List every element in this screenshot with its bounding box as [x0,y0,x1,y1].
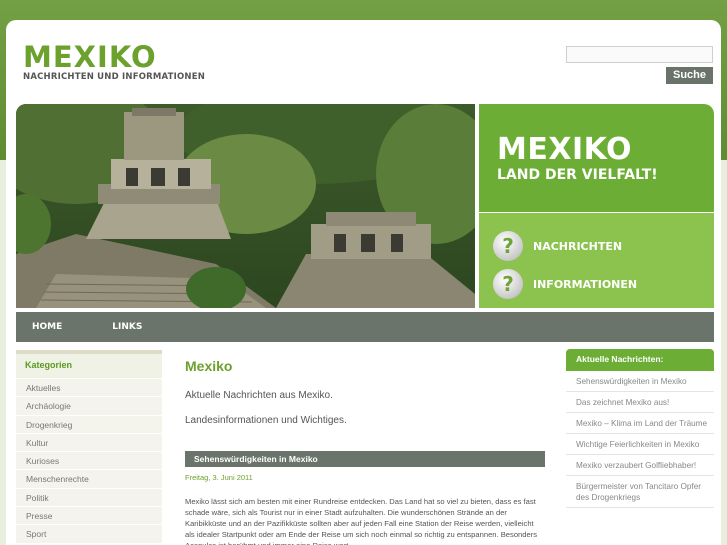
intro-text-2: Landesinformationen und Wichtiges. [185,415,347,426]
page-title: Mexiko [185,358,233,374]
sidebar-item-drogenkrieg[interactable]: Drogenkrieg [16,414,162,433]
article-body: Mexiko lässt sich am besten mit einer Ru… [185,497,538,545]
sidebar-item-menschenrechte[interactable]: Menschenrechte [16,469,162,488]
question-mark-icon: ? [493,269,523,299]
sidebar-item-presse[interactable]: Presse [16,506,162,525]
hero-link-nachrichten[interactable]: ? NACHRICHTEN [479,227,714,265]
search-button[interactable]: Suche [666,67,713,84]
main-navigation: HOME LINKS [16,312,714,342]
hero-links: ? NACHRICHTEN ? INFORMATIONEN [479,212,714,308]
hero-link-label: NACHRICHTEN [533,239,623,253]
hero-link-label: INFORMATIONEN [533,277,638,291]
hero-banner-header: MEXIKO LAND DER VIELFALT! [479,104,714,212]
page-container: MEXIKO NACHRICHTEN UND INFORMATIONEN Suc… [6,20,721,545]
intro-text: Aktuelle Nachrichten aus Mexiko. [185,390,333,401]
logo-title: MEXIKO [23,40,157,74]
nav-item-home[interactable]: HOME [32,322,62,332]
question-mark-icon: ? [493,231,523,261]
sidebar-item-aktuelles[interactable]: Aktuelles [16,378,162,397]
sidebar-item-kurioses[interactable]: Kurioses [16,451,162,470]
news-item[interactable]: Mexiko – Klima im Land der Träume [566,413,714,434]
news-sidebar-title: Aktuelle Nachrichten: [566,349,714,371]
sidebar-item-sport[interactable]: Sport [16,524,162,543]
article-title[interactable]: Sehenswürdigkeiten in Mexiko [185,451,545,467]
main-content: Mexiko Aktuelle Nachrichten aus Mexiko. … [185,358,545,545]
news-item[interactable]: Bürgermeister von Tancitaro Opfer des Dr… [566,476,714,508]
news-item[interactable]: Wichtige Feierlichkeiten in Mexiko [566,434,714,455]
category-sidebar: Kategorien Aktuelles Archäologie Drogenk… [16,350,162,543]
hero-link-informationen[interactable]: ? INFORMATIONEN [479,265,714,303]
sidebar-item-kultur[interactable]: Kultur [16,432,162,452]
search-input[interactable] [566,46,713,63]
news-item[interactable]: Mexiko verzaubert Golfliebhaber! [566,455,714,476]
news-sidebar: Aktuelle Nachrichten: Sehenswürdigkeiten… [566,349,714,508]
article-date: Freitag, 3. Juni 2011 [185,473,253,482]
hero-title: MEXIKO [497,132,633,167]
site-logo[interactable]: MEXIKO NACHRICHTEN UND INFORMATIONEN [23,42,205,82]
nav-item-links[interactable]: LINKS [112,322,142,332]
hero-image-palenque-ruins [16,104,475,308]
hero-banner: MEXIKO LAND DER VIELFALT! ? NACHRICHTEN … [479,104,714,308]
hero-subtitle: LAND DER VIELFALT! [497,167,658,183]
sidebar-item-politik[interactable]: Politik [16,487,162,507]
logo-subtitle: NACHRICHTEN UND INFORMATIONEN [23,72,206,82]
news-item[interactable]: Das zeichnet Mexiko aus! [566,392,714,413]
sidebar-title: Kategorien [16,350,162,378]
news-item[interactable]: Sehenswürdigkeiten in Mexiko [566,371,714,392]
sidebar-item-archaeologie[interactable]: Archäologie [16,396,162,415]
